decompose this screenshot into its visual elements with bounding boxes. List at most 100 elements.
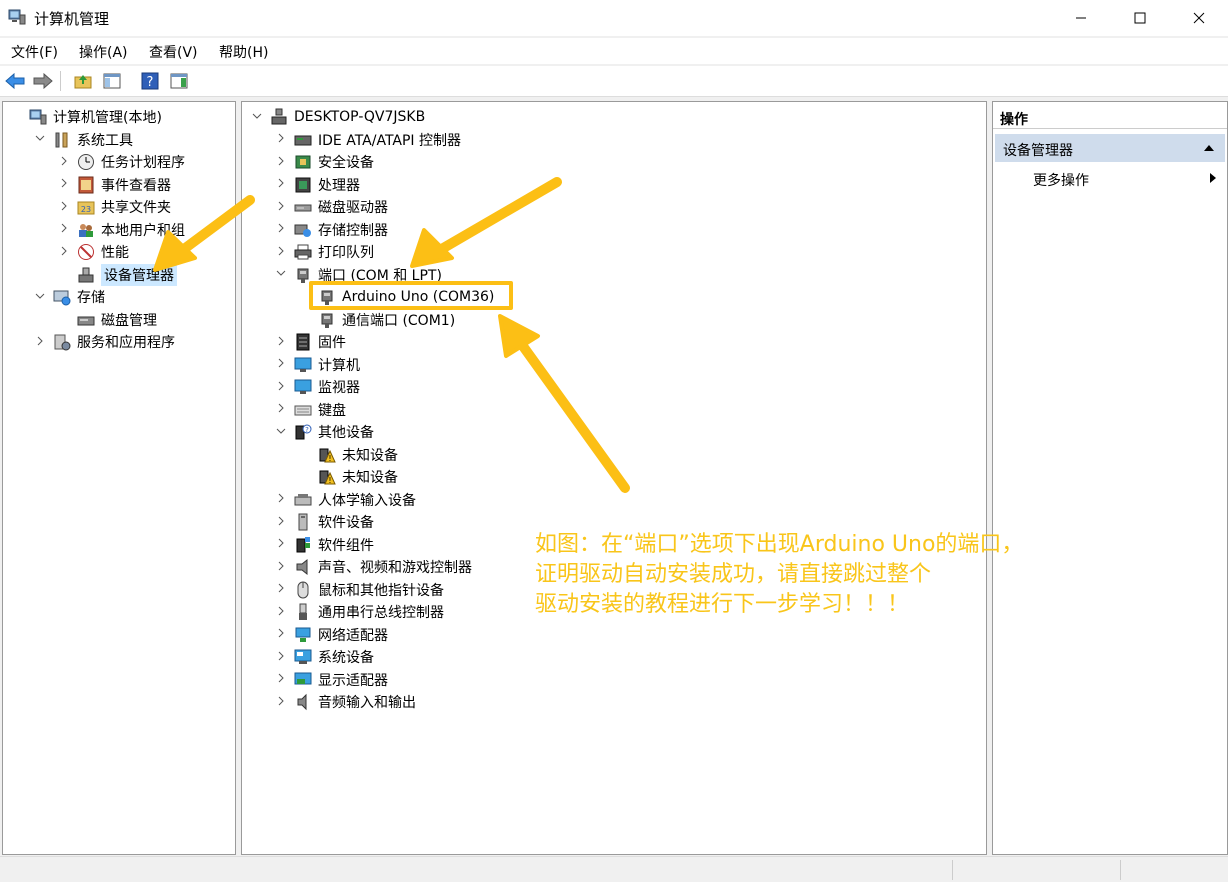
device-tree-item[interactable]: 软件组件 bbox=[274, 534, 374, 556]
expand-toggle[interactable] bbox=[274, 673, 288, 686]
forward-button[interactable] bbox=[32, 70, 54, 92]
device-tree-item[interactable]: 软件设备 bbox=[274, 511, 374, 533]
menu-help[interactable]: 帮助(H) bbox=[219, 42, 268, 62]
expand-toggle[interactable] bbox=[274, 268, 288, 281]
chevron-right-icon bbox=[61, 156, 67, 165]
up-level-button[interactable] bbox=[72, 70, 94, 92]
device-tree-item[interactable]: 网络适配器 bbox=[274, 624, 388, 646]
expand-toggle[interactable] bbox=[250, 111, 264, 124]
device-tree-item[interactable]: ? 其他设备 bbox=[274, 421, 374, 443]
expand-toggle[interactable] bbox=[274, 156, 288, 169]
expand-toggle[interactable] bbox=[274, 628, 288, 641]
expand-toggle[interactable] bbox=[274, 493, 288, 506]
expand-toggle[interactable] bbox=[274, 516, 288, 529]
device-tree-item[interactable]: 磁盘驱动器 bbox=[274, 196, 388, 218]
chevron-right-icon bbox=[278, 358, 284, 368]
console-tree-label: 计算机管理(本地) bbox=[53, 110, 162, 126]
device-tree-item[interactable]: DESKTOP-QV7JSKB bbox=[250, 106, 425, 128]
device-tree-label: 软件组件 bbox=[318, 537, 374, 554]
expand-toggle[interactable] bbox=[274, 178, 288, 191]
status-divider bbox=[1120, 860, 1121, 880]
expand-toggle[interactable] bbox=[57, 223, 71, 236]
device-tree-item[interactable]: 声音、视频和游戏控制器 bbox=[274, 556, 472, 578]
device-tree-item[interactable]: 通信端口 (COM1) bbox=[298, 309, 455, 331]
expand-toggle[interactable] bbox=[274, 606, 288, 619]
device-tree-label: 软件设备 bbox=[318, 515, 374, 531]
console-tree-item[interactable]: 事件查看器 bbox=[57, 174, 171, 196]
expand-toggle[interactable] bbox=[274, 201, 288, 214]
console-tree-item[interactable]: 系统工具 bbox=[33, 129, 133, 151]
expand-toggle[interactable] bbox=[274, 246, 288, 259]
expand-toggle[interactable] bbox=[274, 561, 288, 574]
expand-toggle[interactable] bbox=[274, 403, 288, 416]
device-tree-item[interactable]: 键盘 bbox=[274, 399, 346, 421]
console-tree-item[interactable]: 本地用户和组 bbox=[57, 219, 185, 241]
device-tree-item[interactable]: 人体学输入设备 bbox=[274, 489, 416, 511]
device-tree-item[interactable]: 存储控制器 bbox=[274, 219, 388, 241]
device-tree-label: 音频输入和输出 bbox=[318, 695, 416, 711]
maximize-button[interactable] bbox=[1117, 0, 1163, 36]
expand-toggle[interactable] bbox=[57, 201, 71, 214]
device-tree-item[interactable]: ! 未知设备 bbox=[298, 466, 398, 488]
device-tree-item[interactable]: 通用串行总线控制器 bbox=[274, 601, 444, 623]
device-tree-item[interactable]: 鼠标和其他指针设备 bbox=[274, 579, 444, 601]
expand-toggle[interactable] bbox=[274, 538, 288, 551]
console-tree-label: 系统工具 bbox=[77, 132, 133, 149]
console-tree-item[interactable]: 23 共享文件夹 bbox=[57, 196, 171, 218]
device-tree-item[interactable]: 固件 bbox=[274, 331, 346, 353]
device-tree-label: 监视器 bbox=[318, 380, 360, 396]
device-tree-item[interactable]: 处理器 bbox=[274, 174, 360, 196]
device-tree-item[interactable]: 计算机 bbox=[274, 354, 360, 376]
expand-toggle[interactable] bbox=[274, 358, 288, 371]
expand-toggle[interactable] bbox=[57, 156, 71, 169]
console-tree-item[interactable]: 存储 bbox=[33, 286, 105, 308]
device-tree-item[interactable]: ! 未知设备 bbox=[298, 444, 398, 466]
expand-toggle[interactable] bbox=[57, 246, 71, 259]
menu-view[interactable]: 查看(V) bbox=[149, 42, 198, 62]
expand-toggle[interactable] bbox=[274, 696, 288, 709]
device-tree-label: 未知设备 bbox=[342, 470, 398, 486]
device-tree-item[interactable]: 系统设备 bbox=[274, 646, 374, 668]
menu-file[interactable]: 文件(F) bbox=[11, 42, 58, 62]
chevron-down-icon bbox=[276, 428, 286, 434]
back-button[interactable] bbox=[4, 70, 26, 92]
keyboard-icon bbox=[294, 401, 312, 419]
chevron-right-icon bbox=[278, 201, 284, 210]
expand-toggle[interactable] bbox=[274, 381, 288, 394]
minimize-button[interactable] bbox=[1058, 0, 1104, 36]
device-tree-item[interactable]: 打印队列 bbox=[274, 241, 374, 263]
console-tree-item[interactable]: 磁盘管理 bbox=[57, 309, 157, 331]
device-tree-item[interactable]: 监视器 bbox=[274, 376, 360, 398]
device-tree-item[interactable]: 音频输入和输出 bbox=[274, 691, 416, 713]
help-button[interactable]: ? bbox=[139, 70, 161, 92]
expand-toggle[interactable] bbox=[33, 133, 47, 146]
expand-toggle[interactable] bbox=[274, 133, 288, 146]
chevron-right-icon bbox=[278, 583, 284, 593]
chevron-right-icon bbox=[278, 381, 284, 390]
show-hide-tree-button[interactable] bbox=[101, 70, 123, 92]
console-tree-item[interactable]: 任务计划程序 bbox=[57, 151, 185, 173]
actions-section-device-manager[interactable]: 设备管理器 bbox=[995, 134, 1225, 162]
expand-toggle[interactable] bbox=[274, 651, 288, 664]
console-tree-item[interactable]: 服务和应用程序 bbox=[33, 331, 175, 353]
expand-toggle[interactable] bbox=[274, 336, 288, 349]
console-tree-item[interactable]: 性能 bbox=[57, 241, 129, 263]
console-tree-item[interactable]: 设备管理器 bbox=[57, 263, 177, 286]
expand-toggle[interactable] bbox=[274, 223, 288, 236]
more-actions-item[interactable]: 更多操作 bbox=[995, 166, 1225, 190]
device-tree-item[interactable]: 安全设备 bbox=[274, 151, 374, 173]
device-tree-item[interactable]: 显示适配器 bbox=[274, 669, 388, 691]
software-component-icon bbox=[294, 536, 312, 554]
expand-toggle[interactable] bbox=[57, 178, 71, 191]
folder-up-icon bbox=[74, 75, 92, 89]
expand-toggle[interactable] bbox=[274, 426, 288, 439]
console-tree-item[interactable]: 计算机管理(本地) bbox=[9, 106, 162, 128]
menu-action[interactable]: 操作(A) bbox=[79, 42, 128, 62]
show-hide-action-pane-button[interactable] bbox=[168, 70, 190, 92]
close-button[interactable] bbox=[1176, 0, 1222, 36]
printer-icon bbox=[294, 243, 312, 261]
expand-toggle[interactable] bbox=[33, 291, 47, 304]
expand-toggle[interactable] bbox=[274, 583, 288, 596]
expand-toggle[interactable] bbox=[33, 336, 47, 349]
device-tree-item[interactable]: IDE ATA/ATAPI 控制器 bbox=[274, 129, 461, 151]
